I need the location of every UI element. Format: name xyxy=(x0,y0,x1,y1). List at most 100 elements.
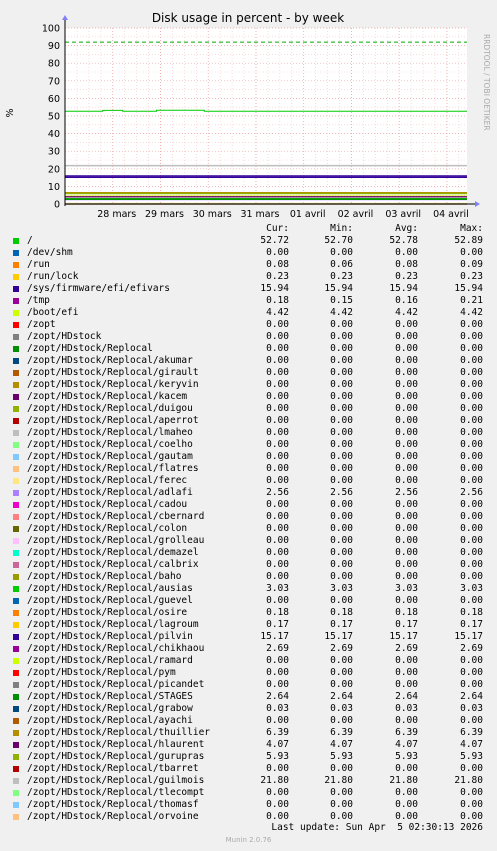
legend-value-max: 2.56 xyxy=(460,487,483,498)
legend-row: /zopt/HDstock/Replocal/chikhaou 2.69 2.69 2… xyxy=(0,643,497,655)
legend-value-cur: 0.00 xyxy=(266,439,289,450)
legend-row: /zopt/HDstock/Replocal/gautam 0.00 0.00 0.0… xyxy=(0,451,497,463)
legend-series-name: /zopt/HDstock/Replocal xyxy=(27,343,153,354)
legend-value-max: 5.93 xyxy=(460,751,483,762)
legend-value-cur: 6.39 xyxy=(266,727,289,738)
legend-swatch xyxy=(13,574,19,580)
legend-row: /zopt 0.00 0.00 0.00 0.00 xyxy=(0,319,497,331)
legend-series-name: /zopt/HDstock/Replocal/duigou xyxy=(27,403,193,414)
legend-value-avg: 0.00 xyxy=(395,523,418,534)
legend-series-name: /zopt/HDstock/Replocal/thuillier xyxy=(27,727,211,738)
legend-value-min: 0.00 xyxy=(330,427,353,438)
legend-header: Cur: xyxy=(266,223,289,234)
legend-value-max: 15.94 xyxy=(454,283,483,294)
legend-swatch xyxy=(13,550,19,556)
legend-swatch xyxy=(13,814,19,820)
legend-value-avg: 0.00 xyxy=(395,595,418,606)
legend-value-max: 0.00 xyxy=(460,319,483,330)
legend-value-cur: 5.93 xyxy=(266,751,289,762)
legend-series-name: /zopt/HDstock/Replocal/ramard xyxy=(27,655,193,666)
legend-row: /dev/shm 0.00 0.00 0.00 0.00 xyxy=(0,247,497,259)
x-tick-label: 03 avril xyxy=(385,209,421,220)
legend-value-cur: 2.69 xyxy=(266,643,289,654)
legend-row: /zopt/HDstock/Replocal/lmaheo 0.00 0.00 0.0… xyxy=(0,427,497,439)
legend-row: /zopt/HDstock/Replocal/keryvin 0.00 0.00 0.… xyxy=(0,379,497,391)
legend-row: /zopt/HDstock/Replocal/aperrot 0.00 0.00 0.… xyxy=(0,415,497,427)
legend-value-cur: 0.17 xyxy=(266,619,289,630)
legend-value-min: 6.39 xyxy=(330,727,353,738)
legend-value-min: 4.42 xyxy=(330,307,353,318)
y-tick-label: 30 xyxy=(48,147,60,158)
legend-value-avg: 15.94 xyxy=(389,283,418,294)
legend-value-min: 0.00 xyxy=(330,391,353,402)
legend-value-min: 0.03 xyxy=(330,703,353,714)
legend-value-avg: 15.17 xyxy=(389,631,418,642)
legend-value-min: 0.00 xyxy=(330,439,353,450)
legend-value-avg: 0.00 xyxy=(395,535,418,546)
legend-value-min: 0.00 xyxy=(330,367,353,378)
legend-series-name: /zopt/HDstock/Replocal/tlecompt xyxy=(27,787,205,798)
legend-value-avg: 0.00 xyxy=(395,331,418,342)
legend-swatch xyxy=(13,394,19,400)
legend-value-min: 0.00 xyxy=(330,559,353,570)
legend-value-cur: 0.18 xyxy=(266,607,289,618)
legend-value-max: 4.42 xyxy=(460,307,483,318)
y-tick-label: 40 xyxy=(48,129,60,140)
legend-value-min: 0.00 xyxy=(330,355,353,366)
legend-value-min: 52.70 xyxy=(324,235,353,246)
legend-series-name: /dev/shm xyxy=(27,247,73,258)
legend-value-avg: 0.03 xyxy=(395,703,418,714)
legend-value-avg: 0.08 xyxy=(395,259,418,270)
legend-header: Avg: xyxy=(395,223,418,234)
legend-series-name: /zopt/HDstock xyxy=(27,331,102,342)
legend-value-max: 0.00 xyxy=(460,655,483,666)
legend-row: /zopt/HDstock/Replocal/pym 0.00 0.00 0.00 0.… xyxy=(0,667,497,679)
legend-row: /zopt/HDstock/Replocal/kacem 0.00 0.00 0.00… xyxy=(0,391,497,403)
legend-series-name: /zopt/HDstock/Replocal/cbernard xyxy=(27,511,205,522)
legend-series-name: /zopt/HDstock/Replocal/guevel xyxy=(27,595,193,606)
legend-value-max: 0.00 xyxy=(460,343,483,354)
munin-version: Munin 2.0.76 xyxy=(225,836,272,844)
legend-value-max: 21.80 xyxy=(454,775,483,786)
legend-value-cur: 0.00 xyxy=(266,535,289,546)
legend-series-name: /zopt/HDstock/Replocal/pilvin xyxy=(27,631,193,642)
chart-title: Disk usage in percent - by week xyxy=(152,11,344,25)
legend-series-name: /zopt/HDstock/Replocal/ausias xyxy=(27,583,193,594)
legend-swatch xyxy=(13,442,19,448)
legend-value-cur: 0.00 xyxy=(266,799,289,810)
legend-value-min: 0.00 xyxy=(330,679,353,690)
legend-value-cur: 0.00 xyxy=(266,595,289,606)
legend-row: /zopt/HDstock/Replocal/baho 0.00 0.00 0.00 0… xyxy=(0,571,497,583)
legend-value-min: 0.15 xyxy=(330,295,353,306)
legend-value-max: 0.00 xyxy=(460,511,483,522)
legend-value-avg: 2.69 xyxy=(395,643,418,654)
legend-value-min: 0.00 xyxy=(330,799,353,810)
legend-series-name: /zopt/HDstock/Replocal/grabow xyxy=(27,703,193,714)
legend-value-avg: 0.18 xyxy=(395,607,418,618)
legend-value-min: 0.00 xyxy=(330,547,353,558)
legend-series-name: /zopt/HDstock/Replocal/cadou xyxy=(27,499,188,510)
legend-value-max: 0.00 xyxy=(460,415,483,426)
legend-row: /zopt/HDstock/Replocal/picandet 0.00 0.00 0… xyxy=(0,679,497,691)
legend-series-name: /zopt/HDstock/Replocal/akumar xyxy=(27,355,193,366)
legend-value-max: 0.00 xyxy=(460,355,483,366)
legend-header: Max: xyxy=(460,223,483,234)
legend-value-cur: 0.00 xyxy=(266,403,289,414)
legend-value-max: 0.00 xyxy=(460,427,483,438)
legend-row: /zopt/HDstock/Replocal/colon 0.00 0.00 0.00… xyxy=(0,523,497,535)
legend-value-avg: 3.03 xyxy=(395,583,418,594)
legend-value-min: 0.00 xyxy=(330,463,353,474)
legend-value-min: 0.00 xyxy=(330,247,353,258)
legend-value-avg: 0.00 xyxy=(395,475,418,486)
legend-value-cur: 0.00 xyxy=(266,763,289,774)
legend-value-min: 21.80 xyxy=(324,775,353,786)
legend-value-avg: 0.00 xyxy=(395,463,418,474)
legend-value-avg: 0.00 xyxy=(395,247,418,258)
legend-swatch xyxy=(13,370,19,376)
legend-value-max: 0.00 xyxy=(460,559,483,570)
y-tick-label: 20 xyxy=(48,164,60,175)
legend-value-cur: 0.00 xyxy=(266,367,289,378)
legend-value-max: 0.00 xyxy=(460,439,483,450)
legend-value-min: 4.07 xyxy=(330,739,353,750)
legend-value-max: 0.00 xyxy=(460,715,483,726)
